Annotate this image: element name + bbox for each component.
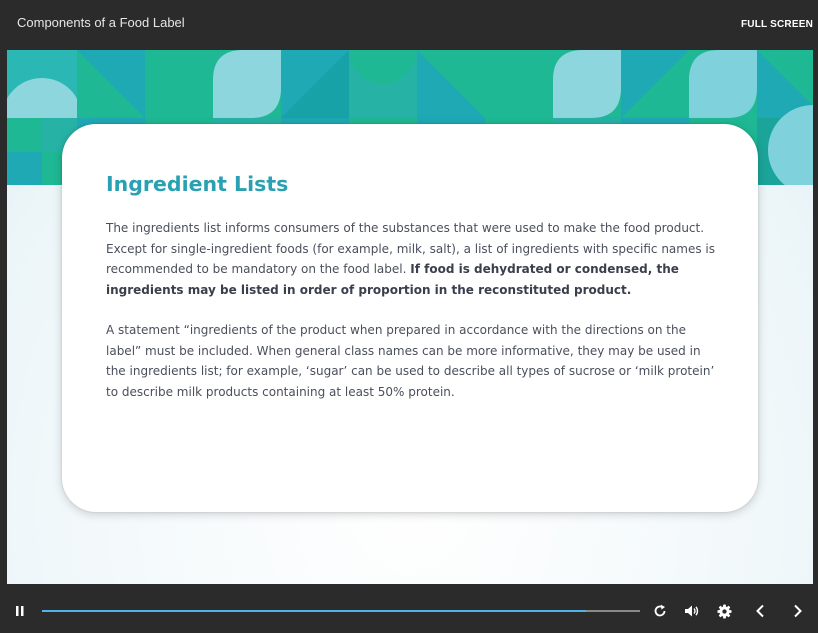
content-card: Ingredient Lists The ingredients list in… xyxy=(62,124,758,512)
progress-fill xyxy=(42,610,587,612)
playback-controls xyxy=(0,584,818,633)
top-bar: Components of a Food Label FULL SCREEN xyxy=(0,0,818,50)
pause-icon[interactable] xyxy=(10,601,30,621)
paragraph-1: The ingredients list informs consumers o… xyxy=(106,218,716,300)
chevron-right-icon[interactable] xyxy=(788,601,808,621)
full-screen-button[interactable]: FULL SCREEN xyxy=(741,19,813,30)
replay-icon[interactable] xyxy=(650,601,670,621)
course-title: Components of a Food Label xyxy=(17,15,185,30)
chevron-left-icon[interactable] xyxy=(750,601,770,621)
volume-icon[interactable] xyxy=(682,601,702,621)
paragraph-2: A statement “ingredients of the product … xyxy=(106,323,715,399)
slide-heading: Ingredient Lists xyxy=(106,172,289,196)
gear-icon[interactable] xyxy=(714,601,734,621)
progress-bar[interactable] xyxy=(42,610,640,612)
slide-body: The ingredients list informs consumers o… xyxy=(106,218,716,402)
slide-canvas: Ingredient Lists The ingredients list in… xyxy=(7,50,813,584)
